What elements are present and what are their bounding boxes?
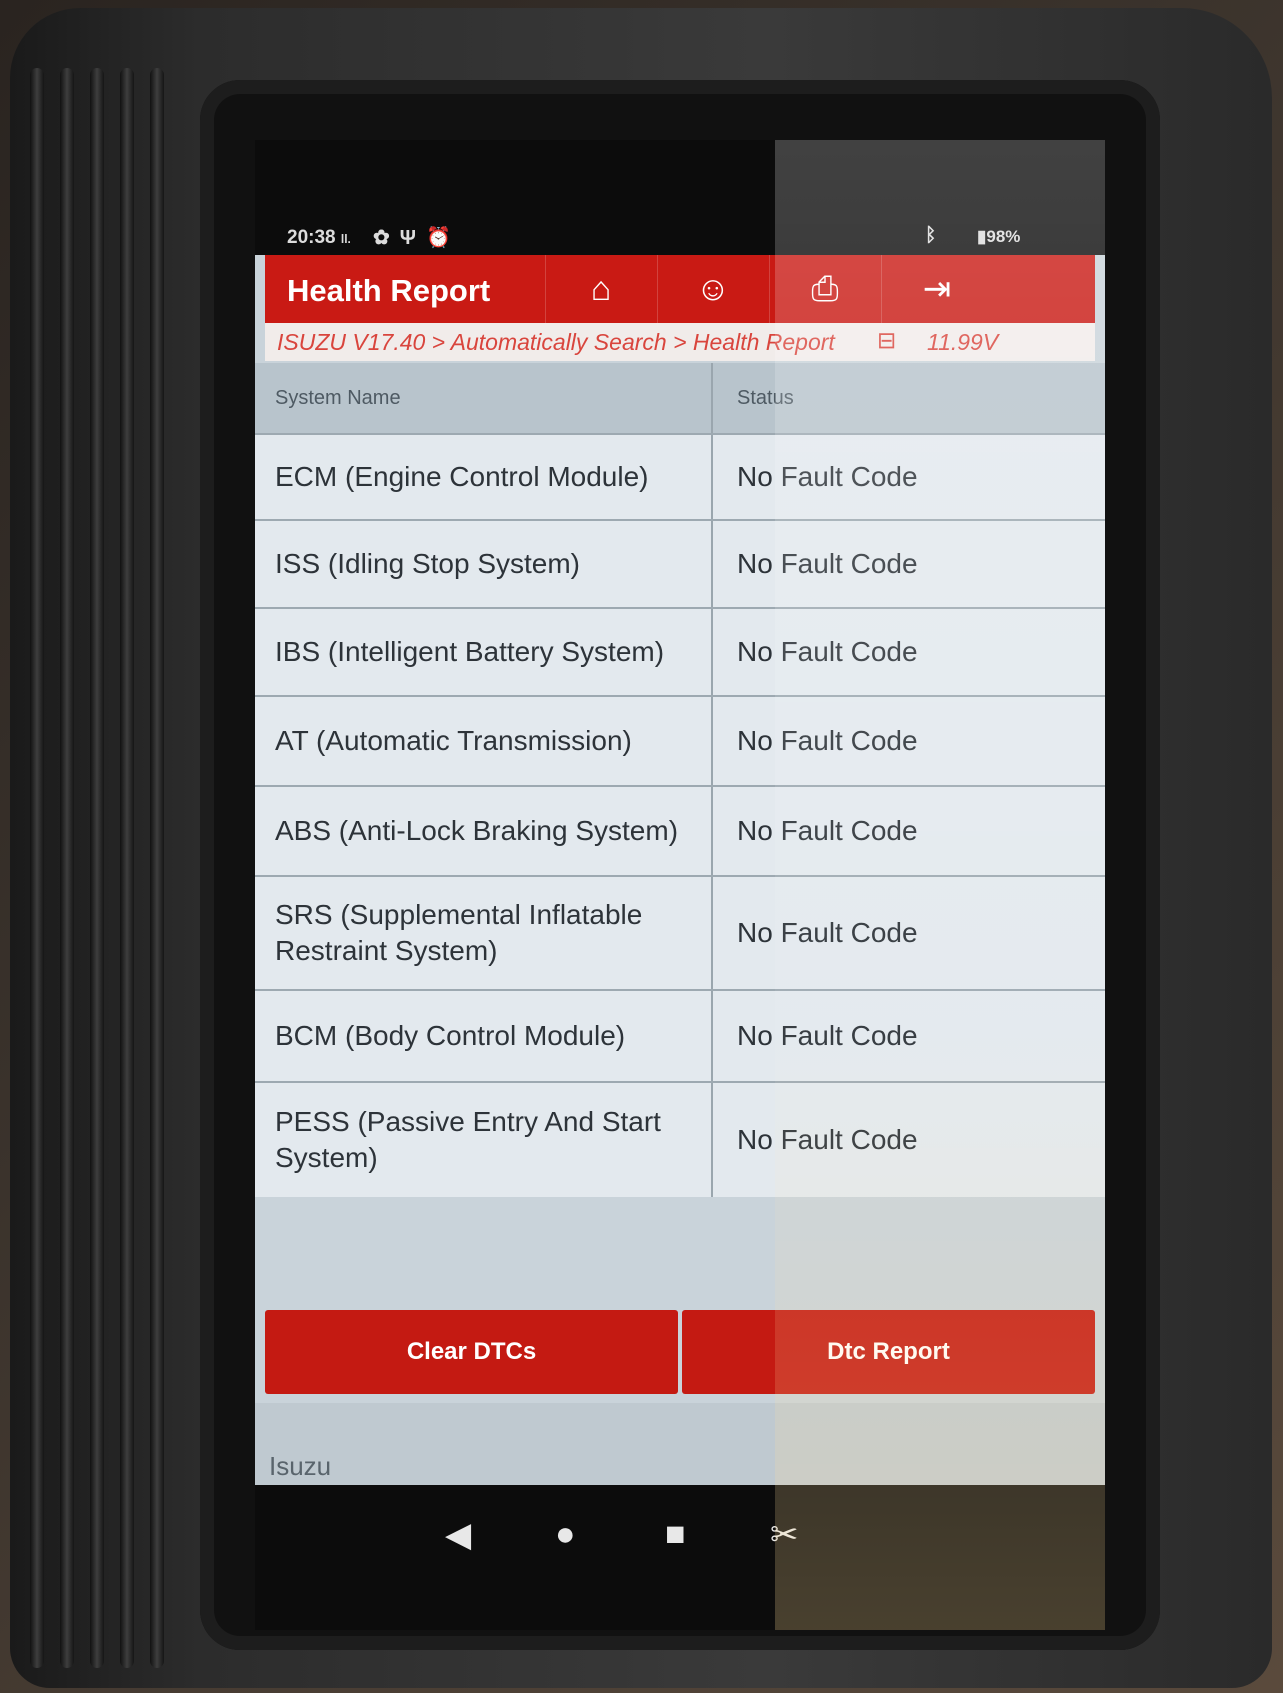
status-cell: No Fault Code <box>737 1124 918 1155</box>
breadcrumb: ISUZU V17.40 > Automatically Search > He… <box>265 323 1095 361</box>
battery-icon: ▮ <box>977 227 987 246</box>
health-report-table: System Name Status ECM (Engine Control M… <box>255 363 1105 1197</box>
home-icon: ⌂ <box>590 269 612 308</box>
status-cell: No Fault Code <box>737 636 918 667</box>
status-cell: No Fault Code <box>737 815 918 846</box>
system-name-cell: ISS (Idling Stop System) <box>255 521 713 607</box>
status-cell: No Fault Code <box>737 917 918 948</box>
device-screen: 20:38 ll. ✿Ψ⏰ ᛒ ▮98% Health Report ⌂ ☺ ⎙… <box>255 140 1105 1630</box>
bluetooth-icon: ᛒ <box>925 225 937 246</box>
table-row[interactable]: IBS (Intelligent Battery System) No Faul… <box>255 607 1105 695</box>
device-grip <box>30 68 180 1668</box>
grip-ridge <box>150 68 164 1668</box>
footer-bar: Isuzu <box>255 1403 1105 1485</box>
android-nav-bar: ◀ ● ■ ✂ <box>255 1485 1105 1585</box>
status-bar: 20:38 ll. ✿Ψ⏰ ᛒ ▮98% <box>255 215 1105 255</box>
gear-icon: ✿ <box>373 227 400 249</box>
header-system-name: System Name <box>255 363 713 433</box>
table-row[interactable]: AT (Automatic Transmission) No Fault Cod… <box>255 695 1105 785</box>
page-title: Health Report <box>287 273 491 308</box>
battery-percent: 98% <box>986 227 1021 246</box>
usb-icon: Ψ <box>399 227 426 249</box>
grip-ridge <box>60 68 74 1668</box>
battery-voltage-icon: ⊟ <box>877 327 897 353</box>
table-row[interactable]: BCM (Body Control Module) No Fault Code <box>255 989 1105 1081</box>
grip-ridge <box>90 68 104 1668</box>
clear-dtcs-button[interactable]: Clear DTCs <box>265 1310 678 1394</box>
system-name-cell: IBS (Intelligent Battery System) <box>255 609 713 695</box>
support-button[interactable]: ☺ <box>657 255 768 323</box>
status-time: 20:38 ll. <box>287 227 351 248</box>
table-row[interactable]: ISS (Idling Stop System) No Fault Code <box>255 519 1105 607</box>
back-icon[interactable]: ◀ <box>445 1515 471 1555</box>
battery-indicator: ▮98% <box>977 227 1020 247</box>
system-name-cell: SRS (Supplemental Inflatable Restraint S… <box>255 877 713 989</box>
table-row[interactable]: ABS (Anti-Lock Braking System) No Fault … <box>255 785 1105 875</box>
grip-ridge <box>30 68 44 1668</box>
header-status: Status <box>737 386 794 409</box>
action-buttons: Clear DTCs Dtc Report <box>265 1310 1095 1394</box>
system-name-cell: BCM (Body Control Module) <box>255 991 713 1081</box>
exit-icon: ⇥ <box>922 270 952 308</box>
status-cell: No Fault Code <box>737 1020 918 1051</box>
print-icon: ⎙ <box>811 269 839 308</box>
table-row[interactable]: SRS (Supplemental Inflatable Restraint S… <box>255 875 1105 989</box>
status-cell: No Fault Code <box>737 461 918 492</box>
screenshot-icon[interactable]: ✂ <box>770 1515 799 1555</box>
system-name-cell: ECM (Engine Control Module) <box>255 435 713 519</box>
system-name-cell: PESS (Passive Entry And Start System) <box>255 1083 713 1197</box>
table-header: System Name Status <box>255 363 1105 433</box>
table-row[interactable]: PESS (Passive Entry And Start System) No… <box>255 1081 1105 1197</box>
home-button[interactable]: ⌂ <box>545 255 656 323</box>
voltage-readout: 11.99V <box>927 329 999 355</box>
grip-ridge <box>120 68 134 1668</box>
vehicle-label: Isuzu <box>269 1451 332 1481</box>
recents-icon[interactable]: ■ <box>665 1515 686 1554</box>
table-row[interactable]: ECM (Engine Control Module) No Fault Cod… <box>255 433 1105 519</box>
status-cell: No Fault Code <box>737 725 918 756</box>
alarm-icon: ⏰ <box>425 227 461 249</box>
user-support-icon: ☺ <box>695 269 731 308</box>
exit-button[interactable]: ⇥ <box>881 255 992 323</box>
title-bar: Health Report ⌂ ☺ ⎙ ⇥ <box>265 255 1095 323</box>
dtc-report-button[interactable]: Dtc Report <box>682 1310 1095 1394</box>
app-window: Health Report ⌂ ☺ ⎙ ⇥ ISUZU V17.40 > Aut… <box>255 255 1105 1485</box>
system-name-cell: ABS (Anti-Lock Braking System) <box>255 787 713 875</box>
home-circle-icon[interactable]: ● <box>555 1515 576 1554</box>
system-name-cell: AT (Automatic Transmission) <box>255 697 713 785</box>
status-icons: ✿Ψ⏰ <box>373 225 461 250</box>
status-cell: No Fault Code <box>737 548 918 579</box>
print-button[interactable]: ⎙ <box>769 255 880 323</box>
breadcrumb-path: ISUZU V17.40 > Automatically Search > He… <box>277 329 835 355</box>
